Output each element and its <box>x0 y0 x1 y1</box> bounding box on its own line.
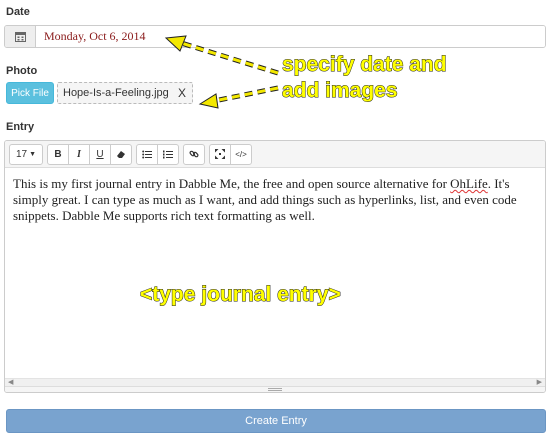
code-view-button[interactable]: </> <box>230 143 252 165</box>
entry-text-ohlife: OhLife <box>450 176 488 191</box>
date-label: Date <box>6 6 30 18</box>
editor-resize-handle[interactable] <box>5 386 545 392</box>
entry-text-part1: This is my first journal entry in Dabble… <box>13 176 451 191</box>
numbered-list-icon[interactable] <box>157 143 179 165</box>
bold-button[interactable]: B <box>47 143 69 165</box>
entry-label: Entry <box>6 121 35 133</box>
annotation-line2: add images <box>282 79 399 103</box>
create-entry-button[interactable]: Create Entry <box>6 409 546 433</box>
scroll-left-icon[interactable]: ◀ <box>8 378 13 386</box>
font-size-dropdown[interactable]: 17 ▼ <box>9 143 43 165</box>
scroll-right-icon[interactable]: ▶ <box>537 378 542 386</box>
date-input[interactable] <box>36 26 545 47</box>
underline-button[interactable]: U <box>89 143 111 165</box>
fullscreen-icon[interactable] <box>209 143 231 165</box>
annotation-entry: <type journal entry> <box>140 283 342 307</box>
italic-button[interactable]: I <box>68 143 90 165</box>
annotation-line1: specify date and <box>282 53 448 77</box>
entry-textarea[interactable]: This is my first journal entry in Dabble… <box>5 168 545 378</box>
remove-file-button[interactable]: X <box>178 86 186 100</box>
caret-down-icon: ▼ <box>29 150 37 158</box>
file-name: Hope-Is-a-Feeling.jpg <box>63 87 169 99</box>
eraser-icon[interactable] <box>110 143 132 165</box>
pick-file-button[interactable]: Pick File <box>6 82 54 104</box>
grip-icon <box>268 388 282 391</box>
annotation-date-images: specify date and add images <box>282 52 448 104</box>
rich-text-editor: 17 ▼ B I U </> This is my first journal … <box>4 140 546 393</box>
bullet-list-icon[interactable] <box>136 143 158 165</box>
font-size-value: 17 <box>15 148 28 160</box>
calendar-icon[interactable] <box>5 26 36 47</box>
date-field[interactable] <box>4 25 546 48</box>
link-icon[interactable] <box>183 143 205 165</box>
photo-label: Photo <box>6 65 38 77</box>
selected-file: Hope-Is-a-Feeling.jpg X <box>57 82 193 104</box>
editor-toolbar: 17 ▼ B I U </> <box>5 141 545 168</box>
